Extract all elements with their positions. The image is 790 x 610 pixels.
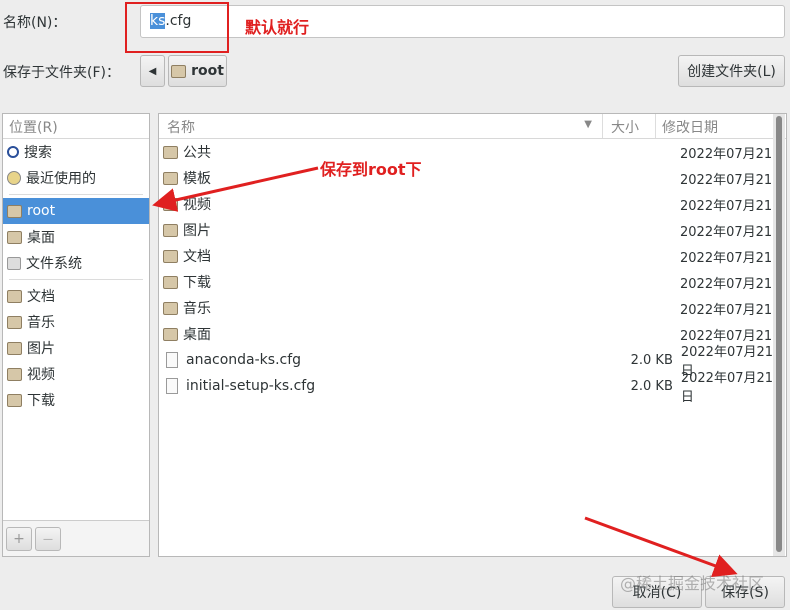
arrow-to-save — [584, 516, 738, 578]
annotation-arrows — [152, 166, 738, 578]
arrow-to-root — [152, 166, 319, 212]
